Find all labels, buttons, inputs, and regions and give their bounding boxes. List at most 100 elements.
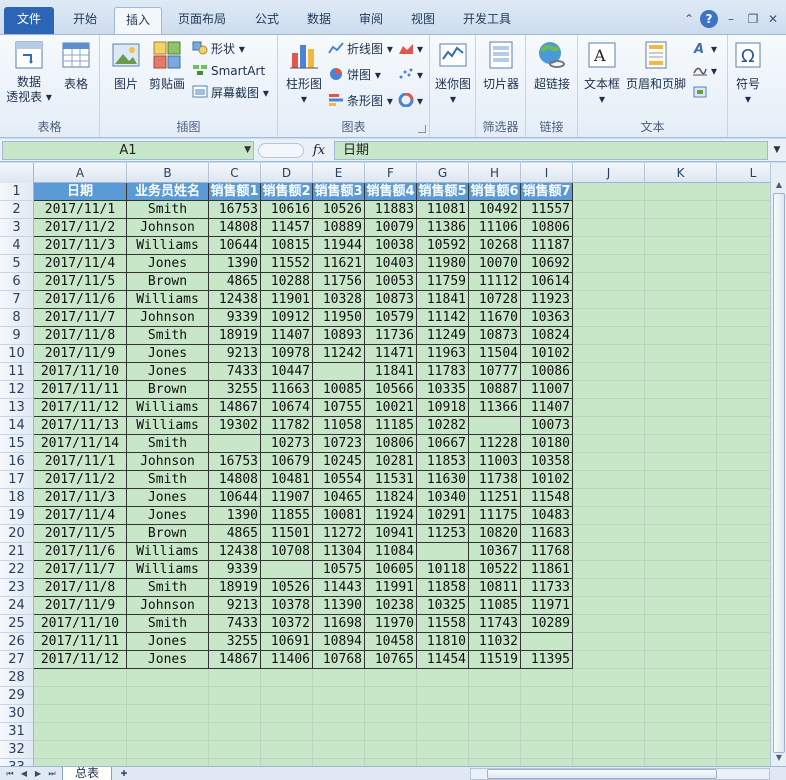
sales-cell[interactable]: 11003 [469,453,521,471]
date-cell[interactable]: 2017/11/5 [34,273,127,291]
pivot-table-button[interactable]: 数据 透视表 ▾ [4,39,54,105]
row-header-25[interactable]: 25 [0,615,34,633]
sales-cell[interactable]: 11924 [365,507,417,525]
shapes-button[interactable]: 形状 ▾ [192,39,245,59]
sales-cell[interactable]: 10592 [417,237,469,255]
date-cell[interactable]: 2017/11/8 [34,579,127,597]
sales-cell[interactable]: 18919 [209,579,261,597]
scatter-chart-button[interactable]: ▾ [398,65,423,85]
sales-cell[interactable]: 11663 [261,381,313,399]
sales-cell[interactable]: 7433 [209,363,261,381]
sales-cell[interactable]: 10674 [261,399,313,417]
tab-formulas[interactable]: 公式 [244,7,290,34]
sales-cell[interactable]: 10614 [521,273,573,291]
sales-cell[interactable]: 11824 [365,489,417,507]
horizontal-scrollbar[interactable] [470,768,770,780]
sales-cell[interactable]: 10893 [313,327,365,345]
sales-cell[interactable]: 11759 [417,273,469,291]
sales-cell[interactable]: 11853 [417,453,469,471]
sales-cell[interactable]: 7433 [209,615,261,633]
column-header-c[interactable]: C [209,163,261,183]
sales-cell[interactable]: 10289 [521,615,573,633]
sales-cell[interactable]: 9213 [209,597,261,615]
sales-cell[interactable]: 11366 [469,399,521,417]
sales-cell[interactable]: 10566 [365,381,417,399]
date-cell[interactable]: 2017/11/2 [34,471,127,489]
row-header-2[interactable]: 2 [0,201,34,219]
salesperson-cell[interactable]: Brown [127,273,209,291]
header-cell[interactable]: 销售额7 [521,183,573,201]
sales-cell[interactable]: 11185 [365,417,417,435]
sales-cell[interactable]: 11883 [365,201,417,219]
sales-cell[interactable]: 10526 [313,201,365,219]
column-header-k[interactable]: K [645,163,717,183]
sales-cell[interactable]: 11390 [313,597,365,615]
row-header-7[interactable]: 7 [0,291,34,309]
row-header-9[interactable]: 9 [0,327,34,345]
sales-cell[interactable]: 11810 [417,633,469,651]
sales-cell[interactable]: 10912 [261,309,313,327]
sales-cell[interactable]: 11557 [521,201,573,219]
date-cell[interactable]: 2017/11/10 [34,363,127,381]
header-cell[interactable]: 销售额5 [417,183,469,201]
sales-cell[interactable]: 10288 [261,273,313,291]
sales-cell[interactable]: 14808 [209,471,261,489]
sales-cell[interactable]: 10118 [417,561,469,579]
date-cell[interactable]: 2017/11/12 [34,651,127,669]
sparkline-button[interactable]: 迷你图 ▾ [432,39,474,106]
smartart-button[interactable]: SmartArt [192,61,265,81]
sales-cell[interactable]: 11304 [313,543,365,561]
charts-dialog-launcher[interactable] [418,125,426,133]
sales-cell[interactable]: 11085 [469,597,521,615]
sales-cell[interactable]: 11841 [417,291,469,309]
column-header-e[interactable]: E [313,163,365,183]
row-header-24[interactable]: 24 [0,597,34,615]
sheet-tab-summary[interactable]: 总表 [62,767,112,780]
sales-cell[interactable]: 10889 [313,219,365,237]
row-header-15[interactable]: 15 [0,435,34,453]
sales-cell[interactable]: 11980 [417,255,469,273]
tab-data[interactable]: 数据 [296,7,342,34]
sales-cell[interactable]: 10086 [521,363,573,381]
salesperson-cell[interactable]: Smith [127,201,209,219]
sales-cell[interactable]: 11950 [313,309,365,327]
sales-cell[interactable]: 11841 [365,363,417,381]
formula-bar-splitter[interactable] [258,143,304,158]
row-header-30[interactable]: 30 [0,705,34,723]
sales-cell[interactable]: 10281 [365,453,417,471]
date-cell[interactable]: 2017/11/13 [34,417,127,435]
sales-cell[interactable]: 11084 [365,543,417,561]
row-header-22[interactable]: 22 [0,561,34,579]
sales-cell[interactable]: 10824 [521,327,573,345]
formula-input[interactable]: 日期 [334,141,768,160]
prev-sheet-icon[interactable]: ◀ [18,768,30,780]
date-cell[interactable]: 2017/11/7 [34,309,127,327]
sales-cell[interactable]: 12438 [209,543,261,561]
sales-cell[interactable]: 10245 [313,453,365,471]
sales-cell[interactable]: 11406 [261,651,313,669]
vertical-scrollbar[interactable]: ▲ ▼ [770,163,786,766]
sales-cell[interactable]: 16753 [209,453,261,471]
sales-cell[interactable]: 11782 [261,417,313,435]
sales-cell[interactable]: 14867 [209,651,261,669]
row-header-17[interactable]: 17 [0,471,34,489]
sales-cell[interactable]: 10081 [313,507,365,525]
sales-cell[interactable]: 11552 [261,255,313,273]
sales-cell[interactable]: 11858 [417,579,469,597]
sales-cell[interactable]: 10038 [365,237,417,255]
sales-cell[interactable]: 10372 [261,615,313,633]
row-header-27[interactable]: 27 [0,651,34,669]
sales-cell[interactable]: 11783 [417,363,469,381]
sales-cell[interactable]: 10765 [365,651,417,669]
sales-cell[interactable]: 11531 [365,471,417,489]
sales-cell[interactable]: 10575 [313,561,365,579]
column-header-h[interactable]: H [469,163,521,183]
symbol-button[interactable]: Ω 符号 ▾ [732,39,764,106]
row-header-32[interactable]: 32 [0,741,34,759]
sales-cell[interactable]: 10102 [521,471,573,489]
row-header-12[interactable]: 12 [0,381,34,399]
date-cell[interactable]: 2017/11/3 [34,489,127,507]
sales-cell[interactable]: 10335 [417,381,469,399]
column-header-g[interactable]: G [417,163,469,183]
sales-cell[interactable]: 11457 [261,219,313,237]
